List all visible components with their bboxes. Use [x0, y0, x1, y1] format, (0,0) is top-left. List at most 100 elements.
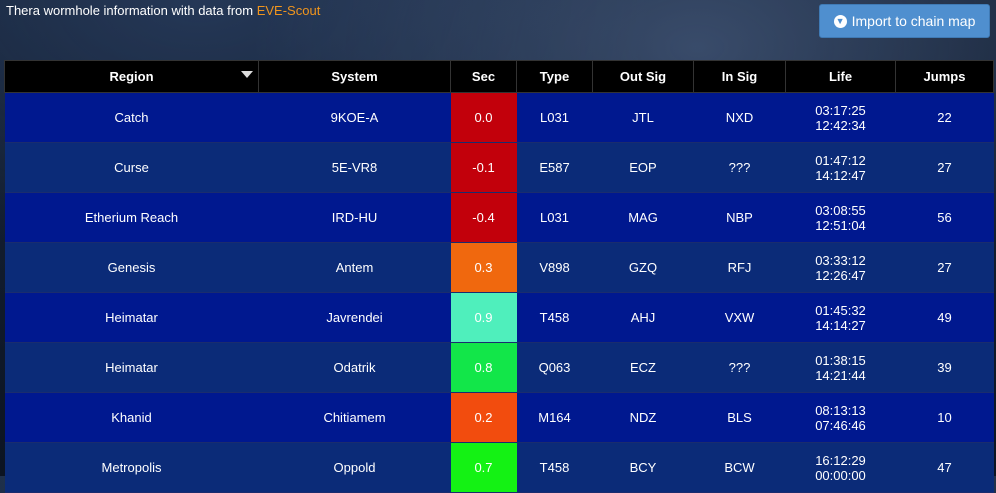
- column-header-life[interactable]: Life: [785, 60, 896, 93]
- cell-life: 03:33:12 12:26:47: [785, 242, 896, 293]
- cell-region: Heimatar: [4, 292, 259, 343]
- table-row: Heimatar Javrendei 0.9 T458 AHJ VXW 01:45:32 14…: [4, 292, 994, 343]
- cell-type: V898: [516, 242, 593, 293]
- cell-system: 5E-VR8: [258, 142, 451, 193]
- cell-type: T458: [516, 442, 593, 493]
- table-row: Etherium Reach IRD-HU -0.4 L031 MAG NBP 03:08:…: [4, 192, 994, 243]
- cell-region: Curse: [4, 142, 259, 193]
- cell-life: 03:17:25 12:42:34: [785, 92, 896, 143]
- cell-jumps: 56: [895, 192, 994, 243]
- cell-sec: 0.7: [450, 442, 517, 493]
- life-line: 00:00:00: [815, 467, 866, 483]
- table-row: Heimatar Odatrik 0.8 Q063 ECZ??? 01:38:15 14:2…: [4, 342, 994, 393]
- cell-system: Antem: [258, 242, 451, 293]
- cell-out-sig: GZQ: [592, 242, 694, 293]
- column-header-region[interactable]: Region: [4, 60, 259, 93]
- sort-desc-icon: [241, 71, 253, 78]
- cell-jumps: 22: [895, 92, 994, 143]
- life-line: 01:45:32: [815, 302, 866, 318]
- cell-region: Heimatar: [4, 342, 259, 393]
- cell-sec: -0.1: [450, 142, 517, 193]
- import-to-chain-map-button[interactable]: ▼ Import to chain map: [819, 4, 990, 38]
- import-button-label: Import to chain map: [851, 13, 976, 29]
- cell-in-sig: NXD: [693, 92, 786, 143]
- cell-in-sig: NBP: [693, 192, 786, 243]
- cell-in-sig: ???: [693, 342, 786, 393]
- cell-jumps: 27: [895, 242, 994, 293]
- life-line: 16:12:29: [815, 452, 866, 468]
- column-header-sec[interactable]: Sec: [450, 60, 517, 93]
- cell-region: Metropolis: [4, 442, 259, 493]
- cell-system: IRD-HU: [258, 192, 451, 243]
- table-row: Khanid Chitiamem 0.2 M164 NDZ BLS 08:13:13 07:4…: [4, 392, 994, 443]
- life-line: 12:42:34: [815, 117, 866, 133]
- column-header-out-sig[interactable]: Out Sig: [592, 60, 694, 93]
- cell-jumps: 10: [895, 392, 994, 443]
- cell-sec: -0.4: [450, 192, 517, 243]
- cell-life: 08:13:13 07:46:46: [785, 392, 896, 443]
- cell-jumps: 39: [895, 342, 994, 393]
- table-row: Catch 9KOE-A 0.0 L031 JTL NXD 03:17:25 12:42:34…: [4, 92, 994, 143]
- cell-type: T458: [516, 292, 593, 343]
- cell-type: M164: [516, 392, 593, 443]
- eve-scout-link[interactable]: EVE-Scout: [257, 3, 321, 18]
- cell-jumps: 49: [895, 292, 994, 343]
- cell-in-sig: ???: [693, 142, 786, 193]
- cell-sec: 0.3: [450, 242, 517, 293]
- cell-jumps: 47: [895, 442, 994, 493]
- page-intro: Thera wormhole information with data fro…: [6, 3, 320, 18]
- cell-out-sig: EOP: [592, 142, 694, 193]
- cell-system: Chitiamem: [258, 392, 451, 443]
- cell-in-sig: BCW: [693, 442, 786, 493]
- cell-out-sig: BCY: [592, 442, 694, 493]
- life-line: 12:51:04: [815, 217, 866, 233]
- cell-region: Etherium Reach: [4, 192, 259, 243]
- cell-type: L031: [516, 192, 593, 243]
- cell-life: 01:45:32 14:14:27: [785, 292, 896, 343]
- cell-in-sig: RFJ: [693, 242, 786, 293]
- cell-out-sig: NDZ: [592, 392, 694, 443]
- table-row: Metropolis Oppold 0.7 T458 BCY BCW 16:12:29 00:…: [4, 442, 994, 493]
- column-header-type[interactable]: Type: [516, 60, 593, 93]
- cell-in-sig: BLS: [693, 392, 786, 443]
- cell-out-sig: AHJ: [592, 292, 694, 343]
- cell-type: L031: [516, 92, 593, 143]
- cell-in-sig: VXW: [693, 292, 786, 343]
- column-header-jumps[interactable]: Jumps: [895, 60, 994, 93]
- cell-type: E587: [516, 142, 593, 193]
- life-line: 14:21:44: [815, 367, 866, 383]
- life-line: 01:38:15: [815, 352, 866, 368]
- cell-sec: 0.9: [450, 292, 517, 343]
- cell-region: Khanid: [4, 392, 259, 443]
- life-line: 03:33:12: [815, 252, 866, 268]
- download-circle-icon: ▼: [833, 14, 847, 28]
- column-header-in-sig[interactable]: In Sig: [693, 60, 786, 93]
- cell-sec: 0.8: [450, 342, 517, 393]
- cell-system: 9KOE-A: [258, 92, 451, 143]
- cell-system: Javrendei: [258, 292, 451, 343]
- life-line: 01:47:12: [815, 152, 866, 168]
- cell-sec: 0.2: [450, 392, 517, 443]
- life-line: 12:26:47: [815, 267, 866, 283]
- cell-region: Genesis: [4, 242, 259, 293]
- column-header-system[interactable]: System: [258, 60, 451, 93]
- life-line: 07:46:46: [815, 417, 866, 433]
- life-line: 03:08:55: [815, 202, 866, 218]
- cell-system: Oppold: [258, 442, 451, 493]
- cell-sec: 0.0: [450, 92, 517, 143]
- cell-out-sig: JTL: [592, 92, 694, 143]
- cell-region: Catch: [4, 92, 259, 143]
- cell-out-sig: ECZ: [592, 342, 694, 393]
- life-line: 03:17:25: [815, 102, 866, 118]
- table-row: Genesis Antem 0.3 V898 GZQ RFJ 03:33:12 12:26:4…: [4, 242, 994, 293]
- table-header-row: Region System Sec Type Out Sig In Sig Li…: [4, 60, 994, 93]
- wormhole-table: Region System Sec Type Out Sig In Sig Li…: [4, 60, 994, 493]
- cell-type: Q063: [516, 342, 593, 393]
- cell-life: 16:12:29 00:00:00: [785, 442, 896, 493]
- intro-text: Thera wormhole information with data fro…: [6, 3, 257, 18]
- cell-life: 03:08:55 12:51:04: [785, 192, 896, 243]
- table-row: Curse 5E-VR8 -0.1 E587 EOP??? 01:47:12 14:12:4…: [4, 142, 994, 193]
- life-line: 14:14:27: [815, 317, 866, 333]
- cell-life: 01:38:15 14:21:44: [785, 342, 896, 393]
- life-line: 08:13:13: [815, 402, 866, 418]
